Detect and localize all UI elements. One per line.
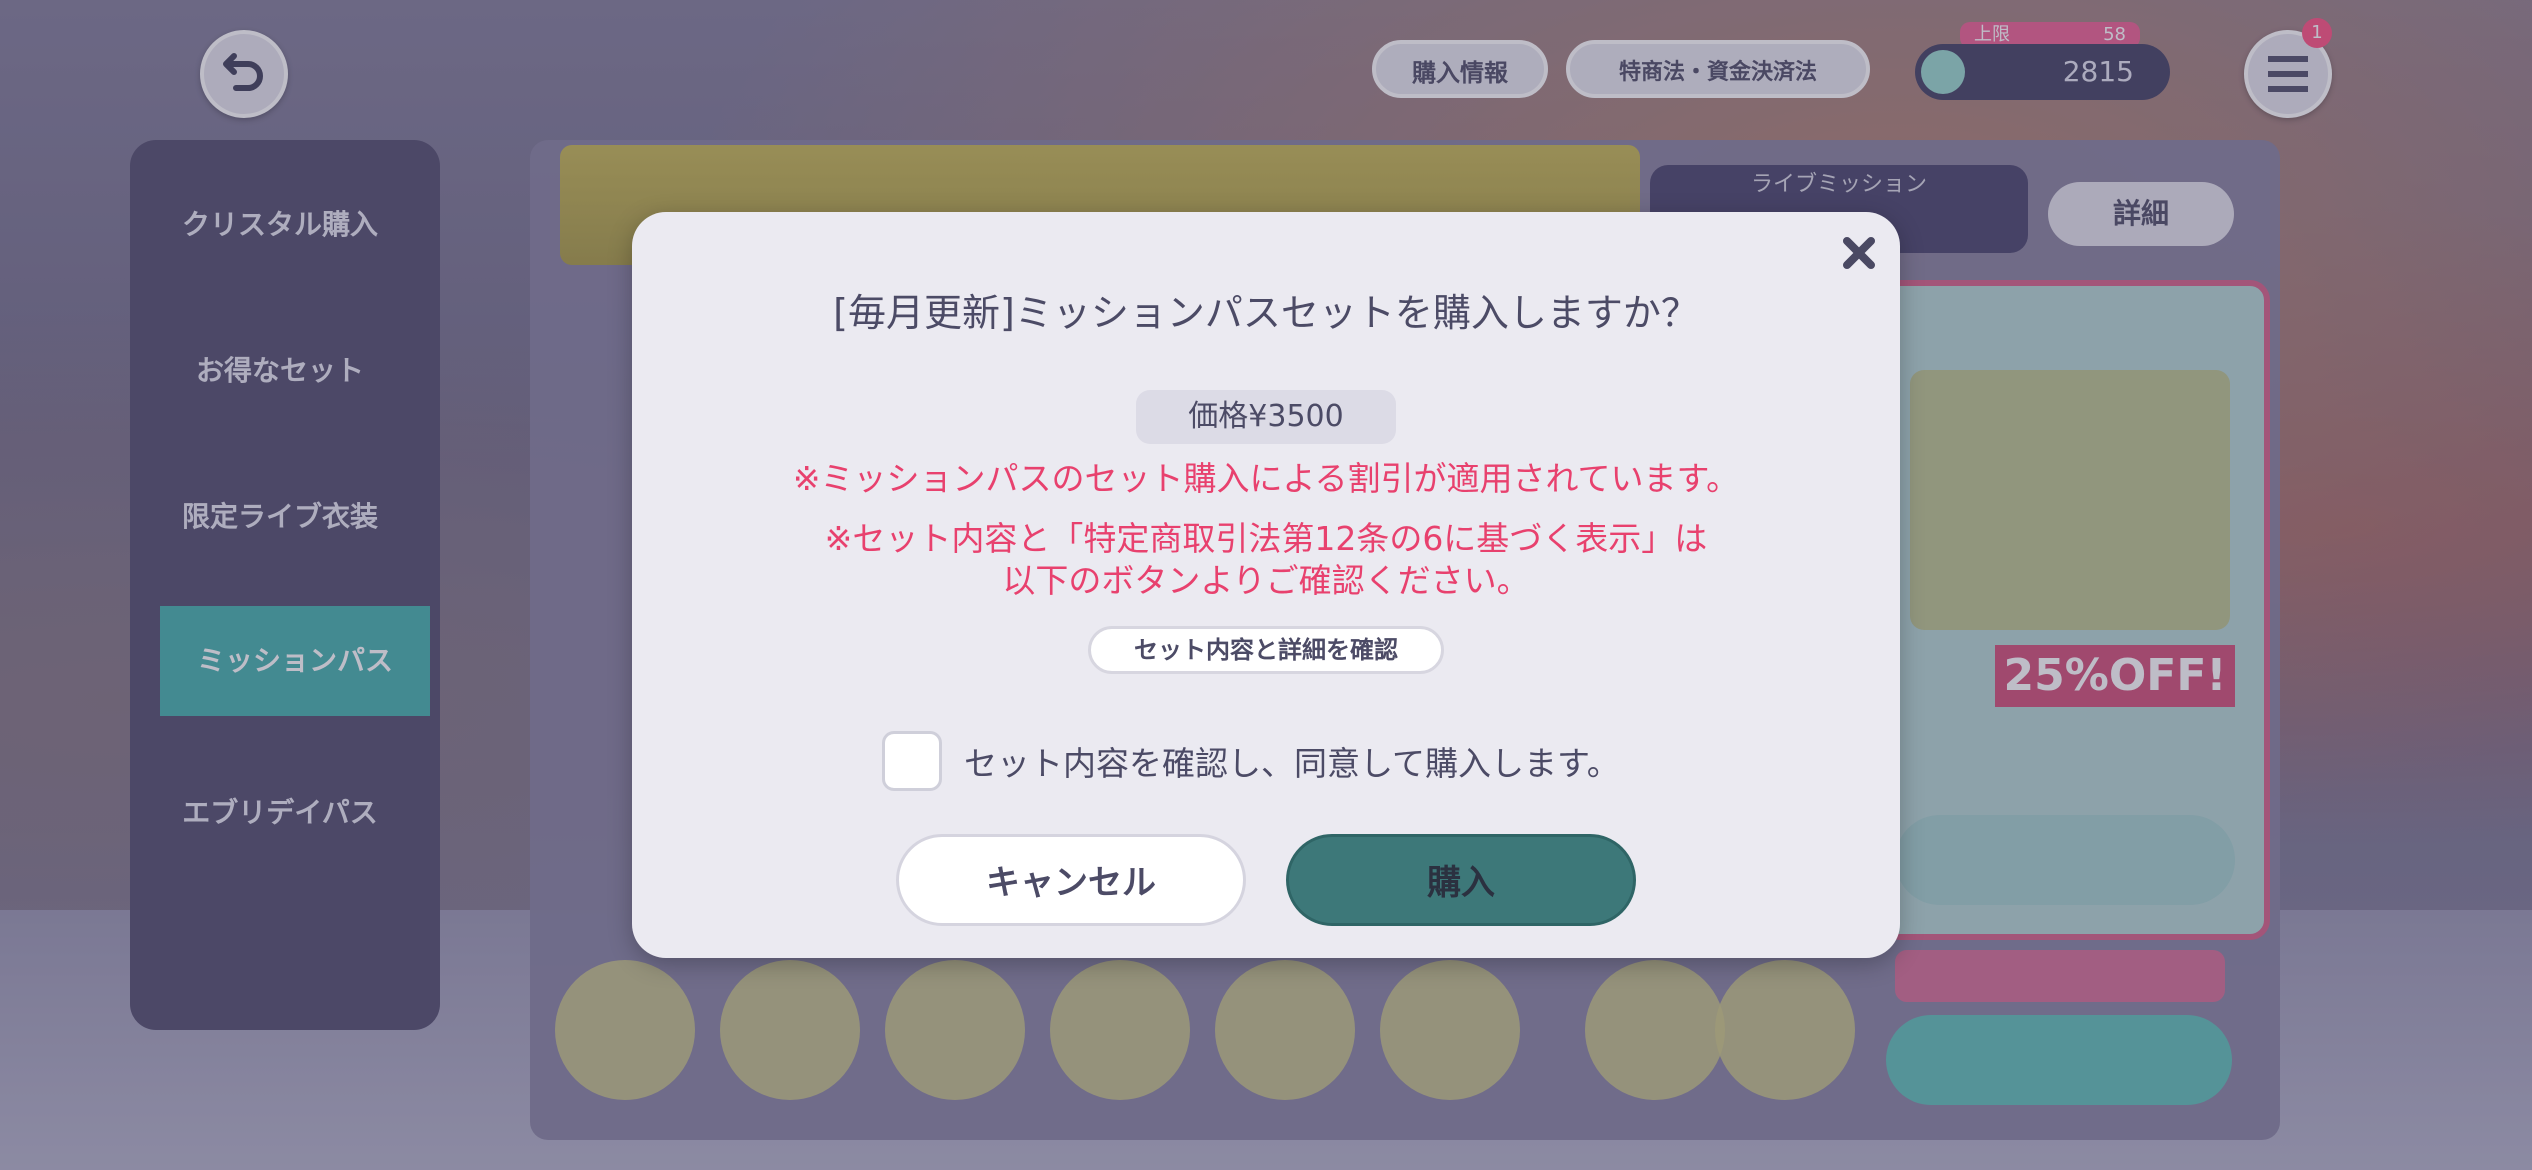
cancel-button[interactable]: キャンセル (896, 834, 1246, 926)
close-icon[interactable] (1834, 228, 1884, 278)
set-details-button[interactable]: セット内容と詳細を確認 (1088, 626, 1444, 674)
legal-note: ※セット内容と「特定商取引法第12条の6に基づく表示」は 以下のボタンよりご確認… (632, 518, 1900, 602)
price-label: 価格¥3500 (1136, 390, 1396, 444)
dialog-title: [毎月更新]ミッションパスセットを購入しますか？ (833, 291, 1699, 335)
agree-label: セット内容を確認し、同意して購入します。 (964, 744, 1620, 783)
legal-note-line1: ※セット内容と「特定商取引法第12条の6に基づく表示」は (824, 519, 1708, 558)
discount-note: ※ミッションパスのセット購入による割引が適用されています。 (792, 459, 1740, 498)
legal-note-line2: 以下のボタンよりご確認ください。 (1002, 561, 1530, 600)
agree-row: セット内容を確認し、同意して購入します。 (882, 728, 1620, 794)
agree-checkbox[interactable] (882, 731, 942, 791)
buy-button[interactable]: 購入 (1286, 834, 1636, 926)
